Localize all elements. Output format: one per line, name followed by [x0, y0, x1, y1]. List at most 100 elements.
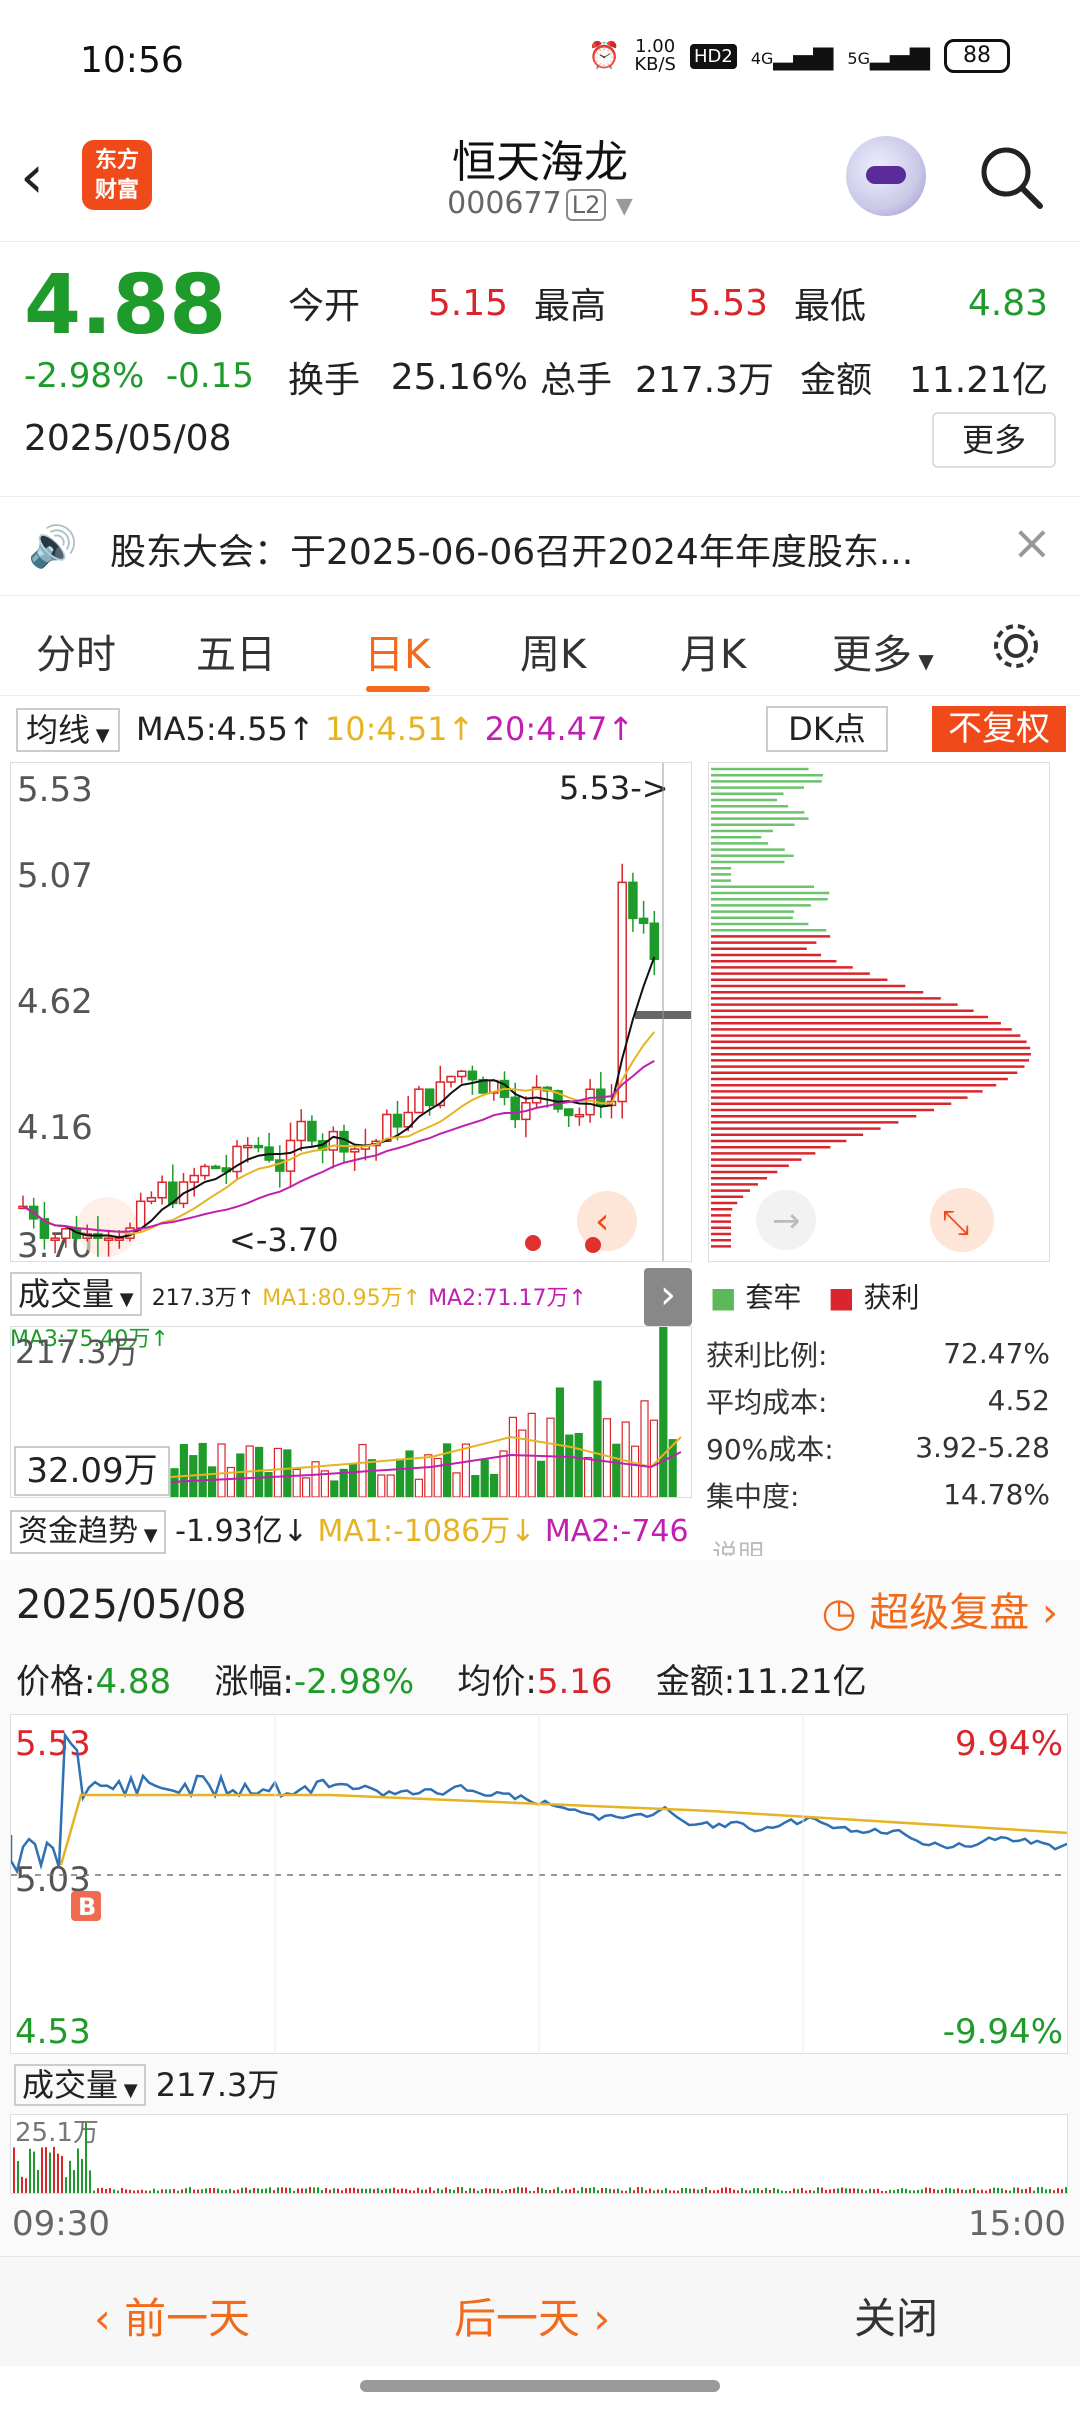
- chip-stat-row: 平均成本: 4.52: [706, 1384, 1050, 1419]
- intraday-volume-bar: [161, 2189, 163, 2193]
- intraday-volume-bar: [189, 2187, 191, 2193]
- no-adjust-button[interactable]: 不复权: [932, 706, 1066, 752]
- intraday-volume-bar: [345, 2188, 347, 2193]
- intraday-volume-bar: [169, 2189, 171, 2193]
- intraday-volume-bar: [917, 2189, 919, 2193]
- intraday-volume-value: 217.3万: [155, 2066, 280, 2104]
- volume-bar: [283, 1449, 292, 1497]
- intraday-volume-bar: [473, 2188, 475, 2193]
- svg-text:→: →: [772, 1201, 801, 1241]
- intraday-volume-bar: [785, 2190, 787, 2193]
- volume-bar: [508, 1416, 517, 1497]
- super-replay-link[interactable]: ◷ 超级复盘 ›: [822, 1580, 1058, 1638]
- intraday-volume-bar: [389, 2188, 391, 2193]
- volume-label: 总手: [540, 360, 613, 401]
- tab-intraday[interactable]: 分时: [36, 622, 116, 680]
- intraday-volume-bar: [837, 2188, 839, 2193]
- intraday-volume-bar: [29, 2148, 31, 2193]
- dk-point-button[interactable]: DK点: [766, 706, 888, 752]
- intraday-volume-bar: [561, 2190, 563, 2193]
- candle-body: [242, 1144, 253, 1149]
- intraday-volume-bar: [357, 2188, 359, 2193]
- chip-arrow-icon[interactable]: →: [752, 1186, 832, 1266]
- notice-text[interactable]: 股东大会：于2025-06-06召开2024年年度股东...: [110, 523, 913, 575]
- intraday-volume-bar: [665, 2188, 667, 2193]
- prev-day-button[interactable]: ‹ 前一天: [94, 2285, 250, 2346]
- intraday-volume-bar: [681, 2187, 683, 2193]
- intraday-volume-bar: [585, 2188, 587, 2193]
- intraday-volume-bar: [125, 2189, 127, 2193]
- intraday-volume-bar: [241, 2187, 243, 2193]
- tab-daily-k[interactable]: 日K: [364, 622, 430, 680]
- ma-select[interactable]: 均线 ▼: [16, 708, 120, 752]
- volume-bar: [536, 1460, 546, 1497]
- left-arrow-bubble[interactable]: [77, 1197, 137, 1257]
- tab-5day[interactable]: 五日: [196, 622, 276, 680]
- search-icon[interactable]: [976, 142, 1046, 212]
- gear-icon[interactable]: [988, 618, 1044, 674]
- intraday-volume-bar: [141, 2189, 143, 2193]
- candle-body: [210, 1165, 221, 1170]
- kline-chart[interactable]: 5.53 5.07 4.62 4.16 3.70 5.53-> <-3.70 ‹: [10, 762, 692, 1262]
- more-quote-button[interactable]: 更多: [932, 412, 1056, 468]
- notice-bar[interactable]: 🔊 股东大会：于2025-06-06召开2024年年度股东... ×: [0, 496, 1080, 596]
- intraday-volume-bar: [289, 2187, 291, 2193]
- volume-bar: [292, 1468, 301, 1497]
- intraday-volume-bar: [233, 2190, 235, 2193]
- legend-trapped: 套牢: [745, 1281, 802, 1314]
- tab-more[interactable]: 更多 ▼: [832, 622, 934, 680]
- intraday-volume-bar: [809, 2189, 811, 2193]
- assistant-avatar-icon[interactable]: [846, 136, 926, 216]
- intraday-volume-bar: [193, 2189, 195, 2193]
- intraday-volume-bar: [577, 2190, 579, 2193]
- intraday-volume-bar: [225, 2189, 227, 2193]
- fullscreen-icon[interactable]: ⤡: [926, 1186, 1006, 1266]
- intraday-volume-bar: [661, 2190, 663, 2193]
- intraday-volume-bar: [313, 2187, 315, 2193]
- svg-text:⤡: ⤡: [942, 1203, 969, 1243]
- amount-label: 金额: [800, 360, 873, 401]
- candle-body: [392, 1113, 403, 1128]
- intraday-volume-bar: [205, 2188, 207, 2193]
- intraday-volume-bar: [1025, 2188, 1027, 2193]
- intraday-volume-bar: [89, 2170, 91, 2193]
- intraday-chart[interactable]: 5.53 5.03 4.53 9.94% -9.94% B: [10, 1714, 1068, 2054]
- intraday-volume-bar: [521, 2187, 523, 2193]
- min-tag: <-3.70: [229, 1221, 339, 1259]
- intraday-volume-bar: [881, 2190, 883, 2193]
- volume-bar: [490, 1473, 499, 1497]
- intraday-volume-bar: [729, 2188, 731, 2193]
- intraday-volume-bar: [517, 2187, 519, 2193]
- volume-select[interactable]: 成交量 ▼: [10, 1272, 142, 1316]
- volume-bar: [349, 1463, 358, 1497]
- intraday-volume-bar: [749, 2190, 751, 2193]
- candle-body: [446, 1075, 456, 1083]
- intraday-volume-bar: [265, 2188, 267, 2193]
- intraday-volume-bar: [669, 2190, 671, 2193]
- intraday-volume-bar: [1017, 2187, 1019, 2193]
- next-day-button[interactable]: 后一天 ›: [454, 2285, 610, 2346]
- intraday-volume-bar: [929, 2187, 931, 2193]
- intraday-volume-bar: [461, 2187, 463, 2193]
- intraday-volume-chart[interactable]: 25.1万: [10, 2114, 1068, 2194]
- intraday-volume-bar: [961, 2189, 963, 2193]
- tab-weekly-k[interactable]: 周K: [520, 622, 586, 680]
- intraday-volume-header: 成交量 ▼ 217.3万: [14, 2060, 279, 2106]
- replay-avg: 5.16: [536, 1662, 613, 1702]
- close-button[interactable]: 关闭: [854, 2285, 938, 2346]
- low-label: 最低: [794, 286, 867, 327]
- close-icon[interactable]: ×: [1012, 515, 1052, 571]
- fund-trend-select[interactable]: 资金趋势 ▼: [10, 1510, 166, 1554]
- home-indicator[interactable]: [360, 2380, 720, 2392]
- volume-bar: [583, 1456, 593, 1497]
- intraday-volume-bar: [957, 2188, 959, 2193]
- volume-bar: [386, 1474, 395, 1497]
- intraday-volume-bar: [25, 2178, 27, 2193]
- intraday-volume-bar: [1009, 2190, 1011, 2193]
- intraday-volume-bar: [597, 2190, 599, 2193]
- intraday-volume-select[interactable]: 成交量 ▼: [14, 2064, 146, 2106]
- tab-monthly-k[interactable]: 月K: [680, 622, 746, 680]
- candle-body: [414, 1088, 424, 1114]
- chip-legend: ■ 套牢 ■ 获利: [710, 1281, 920, 1314]
- signal-dot: [525, 1235, 541, 1251]
